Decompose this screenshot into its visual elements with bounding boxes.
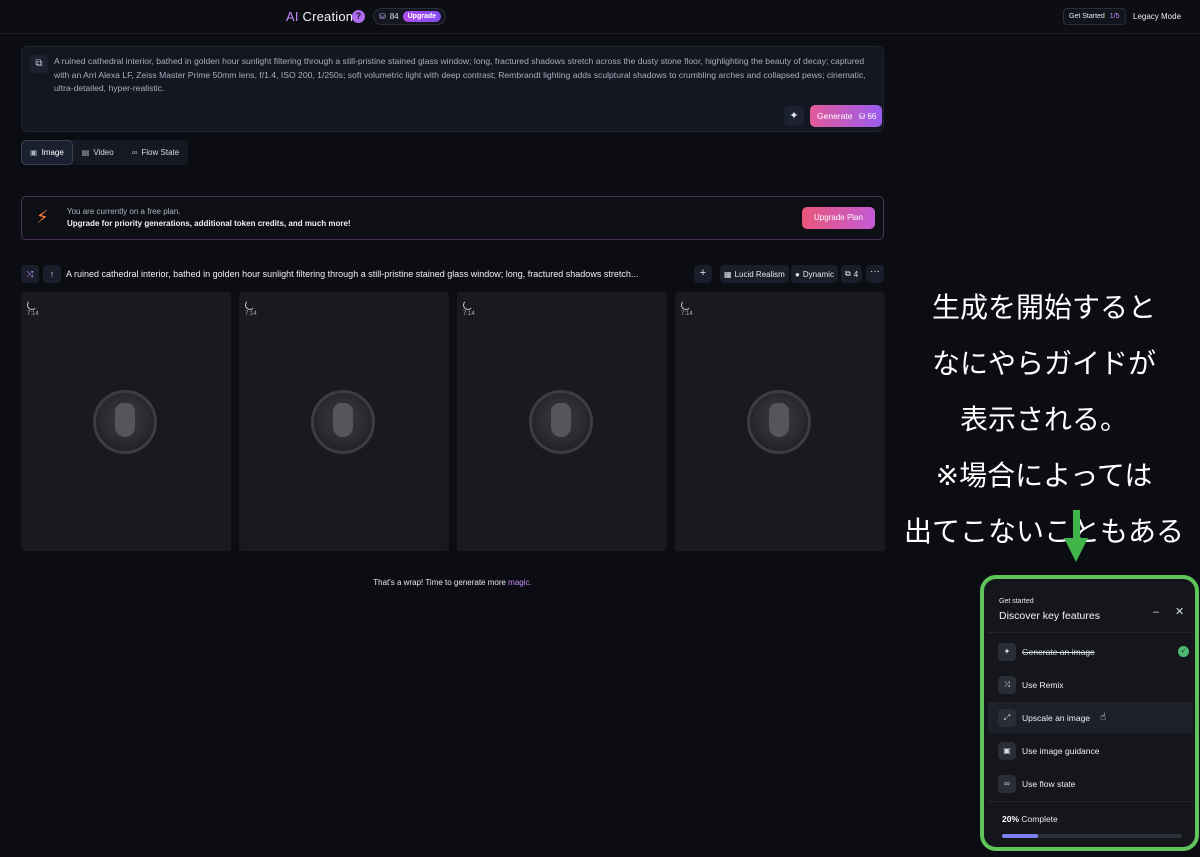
prompt-input[interactable]: A ruined cathedral interior, bathed in g… — [54, 55, 876, 96]
get-started-button[interactable]: Get Started 1/5 — [1063, 8, 1126, 25]
generate-cost: ⛁ 66 — [858, 111, 877, 121]
progress-label: 20% Complete — [1002, 814, 1058, 824]
minimize-icon[interactable]: – — [1153, 606, 1159, 618]
brand-logo-icon — [93, 390, 157, 454]
model-tag[interactable]: ▦ Lucid Realism — [720, 265, 789, 283]
eta-label: 7:14 — [681, 311, 693, 317]
image-placeholder[interactable]: 7:14 — [21, 292, 231, 551]
image-icon: ▣ — [30, 148, 38, 157]
token-icon: ⛁ — [858, 111, 866, 121]
pointer-cursor-icon: ☝ — [1100, 712, 1107, 723]
check-icon: ✓ — [1178, 646, 1189, 657]
sparkle-icon: ✦ — [998, 642, 1016, 661]
remix-icon: ⤨ — [998, 675, 1016, 694]
annotation-text: 生成を開始すると なにやらガイドが 表示される。 ※場合によっては 出てこないこ… — [903, 291, 1184, 548]
more-options-icon[interactable]: ··· — [866, 265, 884, 283]
brand-logo-icon — [747, 390, 811, 454]
token-icon: ⛁ — [379, 12, 386, 21]
video-icon: ▤ — [81, 148, 90, 157]
progress-bar-fill — [1002, 834, 1038, 838]
close-icon[interactable]: ✕ — [1175, 605, 1184, 618]
upgrade-badge[interactable]: Upgrade — [402, 11, 442, 22]
token-balance[interactable]: ⛁ 84 Upgrade — [373, 8, 447, 25]
loading-spinner-icon — [681, 300, 691, 310]
end-of-feed-text: That's a wrap! Time to generate more mag… — [373, 578, 532, 587]
loading-spinner-icon — [245, 300, 255, 310]
page-title: AI Creation — [286, 9, 354, 24]
task-upscale-image[interactable]: ⤢ Upscale an image ☝ — [988, 702, 1193, 733]
down-arrow-head — [1064, 538, 1088, 562]
eta-label: 7:14 — [245, 311, 257, 317]
lightning-icon: ⚡ — [36, 207, 49, 227]
upscale-icon: ⤢ — [998, 708, 1016, 727]
panel-title: Discover key features — [999, 610, 1100, 622]
get-started-panel: Get started Discover key features – ✕ ✦ … — [980, 575, 1199, 851]
loading-spinner-icon — [463, 300, 473, 310]
upgrade-plan-button[interactable]: Upgrade Plan — [802, 207, 875, 229]
tab-video[interactable]: ▤ Video — [73, 140, 123, 165]
divider — [988, 801, 1193, 802]
task-use-remix[interactable]: ⤨ Use Remix — [988, 669, 1193, 700]
image-placeholder[interactable]: 7:14 — [675, 292, 885, 551]
panel-kicker: Get started — [999, 598, 1034, 605]
drop-icon: ● — [795, 269, 800, 279]
generation-prompt: A ruined cathedral interior, bathed in g… — [66, 269, 639, 279]
brand-logo-icon — [529, 390, 593, 454]
image-placeholder[interactable]: 7:14 — [457, 292, 667, 551]
tab-flow-state[interactable]: ∞ Flow State — [123, 140, 189, 165]
style-tag[interactable]: ● Dynamic — [791, 265, 838, 283]
enhance-prompt-button[interactable]: ✦ — [784, 106, 804, 126]
top-bar: AI Creation ? ⛁ 84 Upgrade Get Started 1… — [0, 0, 1200, 34]
progress-bar — [1002, 834, 1182, 838]
prompt-box[interactable]: ⧉ A ruined cathedral interior, bathed in… — [21, 46, 884, 132]
plan-banner: ⚡ You are currently on a free plan. Upgr… — [21, 196, 884, 240]
images-icon: ⧉ — [845, 269, 851, 278]
loading-spinner-icon — [27, 300, 37, 310]
plan-status-text: You are currently on a free plan. — [67, 207, 181, 216]
add-button[interactable]: + — [694, 265, 712, 283]
brand-logo-icon — [311, 390, 375, 454]
image-prompt-icon[interactable]: ⧉ — [30, 55, 48, 73]
image-count-tag[interactable]: ⧉ 4 — [841, 265, 863, 283]
task-image-guidance[interactable]: ▣ Use image guidance — [988, 735, 1193, 766]
model-thumbnail-icon: ▦ — [724, 269, 732, 279]
task-flow-state[interactable]: ∞ Use flow state — [988, 768, 1193, 799]
generation-header: ⤨ ↑ A ruined cathedral interior, bathed … — [21, 265, 884, 285]
task-generate-image[interactable]: ✦ Generate an image ✓ — [988, 636, 1193, 667]
infinity-icon: ∞ — [131, 148, 138, 157]
tab-image[interactable]: ▣ Image — [21, 140, 73, 165]
mode-tabs: ▣ Image ▤ Video ∞ Flow State — [21, 140, 189, 165]
remix-icon[interactable]: ⤨ — [21, 265, 39, 283]
legacy-mode-toggle[interactable]: Legacy Mode — [1133, 12, 1181, 21]
eta-label: 7:14 — [27, 311, 39, 317]
image-guidance-icon: ▣ — [998, 741, 1016, 760]
help-icon[interactable]: ? — [352, 10, 365, 23]
divider — [988, 632, 1193, 633]
eta-label: 7:14 — [463, 311, 475, 317]
arrow-up-icon[interactable]: ↑ — [43, 265, 61, 283]
token-count: 84 — [389, 12, 399, 21]
plan-upsell-text: Upgrade for priority generations, additi… — [67, 219, 351, 228]
magic-link[interactable]: magic. — [508, 578, 532, 587]
infinity-icon: ∞ — [998, 774, 1016, 793]
image-placeholder[interactable]: 7:14 — [239, 292, 449, 551]
down-arrow-icon — [1073, 510, 1080, 540]
generate-button[interactable]: Generate ⛁ 66 — [810, 105, 883, 127]
generation-grid: 7:14 7:14 7:14 7:14 — [21, 292, 885, 551]
get-started-progress: 1/5 — [1109, 13, 1120, 20]
